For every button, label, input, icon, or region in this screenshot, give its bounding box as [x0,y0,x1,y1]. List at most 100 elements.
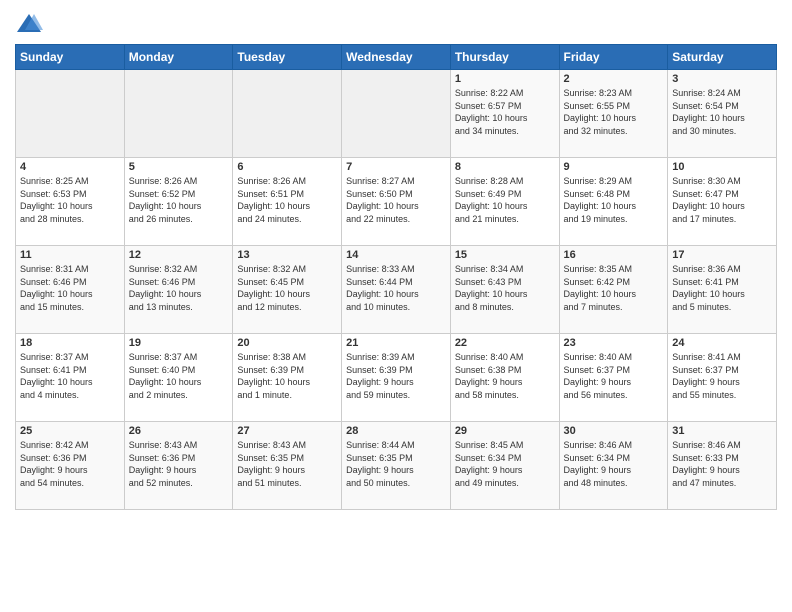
day-number: 4 [20,161,120,173]
calendar-cell: 1 Sunrise: 8:22 AM Sunset: 6:57 PM Daylig… [450,70,559,158]
day-info: Sunrise: 8:40 AM Sunset: 6:38 PM Dayligh… [455,351,555,401]
calendar-cell [233,70,342,158]
day-number: 8 [455,161,555,173]
day-number: 16 [564,249,664,261]
calendar-cell: 10 Sunrise: 8:30 AM Sunset: 6:47 PM Dayli… [668,158,777,246]
day-number: 6 [237,161,337,173]
day-number: 28 [346,425,446,437]
day-info: Sunrise: 8:26 AM Sunset: 6:51 PM Dayligh… [237,175,337,225]
day-info: Sunrise: 8:36 AM Sunset: 6:41 PM Dayligh… [672,263,772,313]
calendar-cell: 8 Sunrise: 8:28 AM Sunset: 6:49 PM Daylig… [450,158,559,246]
calendar-header-saturday: Saturday [668,45,777,70]
day-info: Sunrise: 8:46 AM Sunset: 6:34 PM Dayligh… [564,439,664,489]
day-number: 23 [564,337,664,349]
day-info: Sunrise: 8:32 AM Sunset: 6:46 PM Dayligh… [129,263,229,313]
day-info: Sunrise: 8:31 AM Sunset: 6:46 PM Dayligh… [20,263,120,313]
calendar-cell: 16Sunrise: 8:35 AM Sunset: 6:42 PM Dayli… [559,246,668,334]
day-info: Sunrise: 8:44 AM Sunset: 6:35 PM Dayligh… [346,439,446,489]
calendar-table: SundayMondayTuesdayWednesdayThursdayFrid… [15,44,777,510]
calendar-cell: 2 Sunrise: 8:23 AM Sunset: 6:55 PM Daylig… [559,70,668,158]
calendar-week-row: 25 Sunrise: 8:42 AM Sunset: 6:36 PM Dayli… [16,422,777,510]
calendar-week-row: 1 Sunrise: 8:22 AM Sunset: 6:57 PM Daylig… [16,70,777,158]
day-info: Sunrise: 8:23 AM Sunset: 6:55 PM Dayligh… [564,87,664,137]
day-number: 20 [237,337,337,349]
calendar-header-friday: Friday [559,45,668,70]
day-number: 3 [672,73,772,85]
calendar-cell: 21Sunrise: 8:39 AM Sunset: 6:39 PM Dayli… [342,334,451,422]
calendar-cell [16,70,125,158]
day-info: Sunrise: 8:33 AM Sunset: 6:44 PM Dayligh… [346,263,446,313]
day-number: 1 [455,73,555,85]
calendar-cell: 25 Sunrise: 8:42 AM Sunset: 6:36 PM Dayli… [16,422,125,510]
day-info: Sunrise: 8:37 AM Sunset: 6:41 PM Dayligh… [20,351,120,401]
calendar-cell: 29 Sunrise: 8:45 AM Sunset: 6:34 PM Dayli… [450,422,559,510]
day-info: Sunrise: 8:28 AM Sunset: 6:49 PM Dayligh… [455,175,555,225]
logo-icon [15,10,43,38]
day-number: 26 [129,425,229,437]
day-number: 12 [129,249,229,261]
day-number: 17 [672,249,772,261]
day-info: Sunrise: 8:25 AM Sunset: 6:53 PM Dayligh… [20,175,120,225]
calendar-cell: 20 Sunrise: 8:38 AM Sunset: 6:39 PM Dayli… [233,334,342,422]
calendar-header-row: SundayMondayTuesdayWednesdayThursdayFrid… [16,45,777,70]
calendar-cell: 5Sunrise: 8:26 AM Sunset: 6:52 PM Daylig… [124,158,233,246]
calendar-cell: 28 Sunrise: 8:44 AM Sunset: 6:35 PM Dayli… [342,422,451,510]
calendar-header-wednesday: Wednesday [342,45,451,70]
day-info: Sunrise: 8:46 AM Sunset: 6:33 PM Dayligh… [672,439,772,489]
day-number: 14 [346,249,446,261]
day-number: 10 [672,161,772,173]
day-info: Sunrise: 8:39 AM Sunset: 6:39 PM Dayligh… [346,351,446,401]
calendar-cell: 12 Sunrise: 8:32 AM Sunset: 6:46 PM Dayli… [124,246,233,334]
calendar-header-tuesday: Tuesday [233,45,342,70]
logo [15,10,47,38]
calendar-week-row: 11 Sunrise: 8:31 AM Sunset: 6:46 PM Dayli… [16,246,777,334]
day-number: 29 [455,425,555,437]
day-number: 5 [129,161,229,173]
day-info: Sunrise: 8:38 AM Sunset: 6:39 PM Dayligh… [237,351,337,401]
day-number: 15 [455,249,555,261]
calendar-cell: 14 Sunrise: 8:33 AM Sunset: 6:44 PM Dayli… [342,246,451,334]
calendar-cell [342,70,451,158]
calendar-cell [124,70,233,158]
day-number: 7 [346,161,446,173]
page: SundayMondayTuesdayWednesdayThursdayFrid… [0,0,792,612]
day-number: 9 [564,161,664,173]
day-info: Sunrise: 8:32 AM Sunset: 6:45 PM Dayligh… [237,263,337,313]
calendar-cell: 11 Sunrise: 8:31 AM Sunset: 6:46 PM Dayli… [16,246,125,334]
calendar-cell: 31Sunrise: 8:46 AM Sunset: 6:33 PM Dayli… [668,422,777,510]
calendar-header-sunday: Sunday [16,45,125,70]
day-number: 11 [20,249,120,261]
calendar-cell: 26 Sunrise: 8:43 AM Sunset: 6:36 PM Dayli… [124,422,233,510]
day-number: 22 [455,337,555,349]
day-info: Sunrise: 8:45 AM Sunset: 6:34 PM Dayligh… [455,439,555,489]
day-info: Sunrise: 8:40 AM Sunset: 6:37 PM Dayligh… [564,351,664,401]
day-info: Sunrise: 8:27 AM Sunset: 6:50 PM Dayligh… [346,175,446,225]
calendar-week-row: 4 Sunrise: 8:25 AM Sunset: 6:53 PM Daylig… [16,158,777,246]
calendar-cell: 24 Sunrise: 8:41 AM Sunset: 6:37 PM Dayli… [668,334,777,422]
calendar-cell: 15 Sunrise: 8:34 AM Sunset: 6:43 PM Dayli… [450,246,559,334]
day-info: Sunrise: 8:30 AM Sunset: 6:47 PM Dayligh… [672,175,772,225]
day-info: Sunrise: 8:29 AM Sunset: 6:48 PM Dayligh… [564,175,664,225]
day-info: Sunrise: 8:41 AM Sunset: 6:37 PM Dayligh… [672,351,772,401]
day-info: Sunrise: 8:43 AM Sunset: 6:36 PM Dayligh… [129,439,229,489]
day-info: Sunrise: 8:22 AM Sunset: 6:57 PM Dayligh… [455,87,555,137]
day-info: Sunrise: 8:37 AM Sunset: 6:40 PM Dayligh… [129,351,229,401]
day-number: 2 [564,73,664,85]
calendar-cell: 6 Sunrise: 8:26 AM Sunset: 6:51 PM Daylig… [233,158,342,246]
calendar-header-monday: Monday [124,45,233,70]
day-number: 25 [20,425,120,437]
day-info: Sunrise: 8:42 AM Sunset: 6:36 PM Dayligh… [20,439,120,489]
day-info: Sunrise: 8:34 AM Sunset: 6:43 PM Dayligh… [455,263,555,313]
day-info: Sunrise: 8:43 AM Sunset: 6:35 PM Dayligh… [237,439,337,489]
day-number: 27 [237,425,337,437]
calendar-cell: 4 Sunrise: 8:25 AM Sunset: 6:53 PM Daylig… [16,158,125,246]
day-number: 24 [672,337,772,349]
calendar-cell: 23 Sunrise: 8:40 AM Sunset: 6:37 PM Dayli… [559,334,668,422]
day-info: Sunrise: 8:24 AM Sunset: 6:54 PM Dayligh… [672,87,772,137]
day-number: 13 [237,249,337,261]
calendar-cell: 19Sunrise: 8:37 AM Sunset: 6:40 PM Dayli… [124,334,233,422]
day-number: 18 [20,337,120,349]
header [15,10,777,38]
calendar-week-row: 18 Sunrise: 8:37 AM Sunset: 6:41 PM Dayli… [16,334,777,422]
calendar-header-thursday: Thursday [450,45,559,70]
